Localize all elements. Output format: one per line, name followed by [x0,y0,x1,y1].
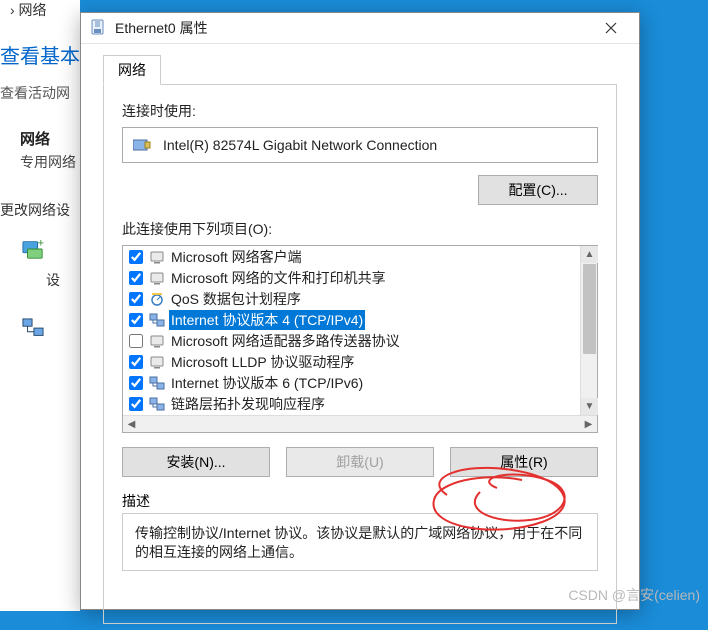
scroll-thumb[interactable] [583,264,596,354]
bg-heading: 网络 [20,128,50,149]
item-checkbox[interactable] [129,397,143,411]
description-label: 描述 [122,491,598,511]
close-icon [605,22,617,34]
horizontal-scrollbar[interactable]: ◀ ▶ [123,415,597,432]
properties-button[interactable]: 属性(R) [450,447,598,477]
bg-network-icon [22,318,44,336]
svg-text:+: + [38,238,44,249]
breadcrumb: › 网络 [10,0,47,20]
list-item[interactable]: Microsoft 网络客户端 [123,246,597,267]
list-item[interactable]: Internet 协议版本 4 (TCP/IPv4) [123,309,597,330]
close-button[interactable] [591,13,631,43]
bg-link-viewbasic[interactable]: 查看基本 [0,40,80,69]
client-icon [149,270,165,286]
adapter-field: Intel(R) 82574L Gigabit Network Connecti… [122,127,598,163]
item-checkbox[interactable] [129,313,143,327]
item-checkbox[interactable] [129,271,143,285]
item-label: Microsoft 网络客户端 [169,247,304,267]
item-checkbox[interactable] [129,250,143,264]
item-label: Internet 协议版本 4 (TCP/IPv4) [169,310,365,330]
scroll-left-button[interactable]: ◀ [123,419,140,430]
item-label: 链路层拓扑发现响应程序 [169,394,327,414]
proto-icon [149,396,165,412]
bg-link-change[interactable]: 更改网络设 [0,200,70,220]
list-item[interactable]: QoS 数据包计划程序 [123,288,597,309]
list-item[interactable]: Microsoft 网络的文件和打印机共享 [123,267,597,288]
items-label: 此连接使用下列项目(O): [122,219,598,239]
item-checkbox[interactable] [129,355,143,369]
bg-subtext: 专用网络 [20,152,76,172]
item-label: Microsoft 网络的文件和打印机共享 [169,268,388,288]
proto-icon [149,375,165,391]
item-label: Internet 协议版本 6 (TCP/IPv6) [169,373,365,393]
bg-link-activenet[interactable]: 查看活动网 [0,83,70,103]
tab-network[interactable]: 网络 [103,55,161,85]
client-icon [149,354,165,370]
adapter-icon [89,19,107,37]
list-item[interactable]: Microsoft LLDP 协议驱动程序 [123,351,597,372]
scroll-right-button[interactable]: ▶ [580,419,597,430]
description-text: 传输控制协议/Internet 协议。该协议是默认的广域网络协议，用于在不同的相… [122,513,598,571]
item-checkbox[interactable] [129,376,143,390]
item-checkbox[interactable] [129,292,143,306]
install-button[interactable]: 安装(N)... [122,447,270,477]
items-listbox[interactable]: Microsoft 网络客户端Microsoft 网络的文件和打印机共享QoS … [122,245,598,433]
proto-icon [149,312,165,328]
list-item[interactable]: 链路层拓扑发现响应程序 [123,393,597,414]
list-item[interactable]: Internet 协议版本 6 (TCP/IPv6) [123,372,597,393]
bg-adapter-label: 设 [46,270,60,290]
configure-button[interactable]: 配置(C)... [478,175,598,205]
adapter-name: Intel(R) 82574L Gigabit Network Connecti… [163,137,437,153]
scroll-down-button[interactable]: ▼ [581,398,598,415]
uninstall-button: 卸载(U) [286,447,434,477]
ethernet-properties-dialog: Ethernet0 属性 网络 连接时使用: Intel(R) 82574L G… [80,12,640,610]
nic-icon [133,137,151,153]
client-icon [149,249,165,265]
item-label: QoS 数据包计划程序 [169,289,303,309]
connect-label: 连接时使用: [122,101,598,121]
dialog-title: Ethernet0 属性 [115,18,591,38]
item-label: Microsoft LLDP 协议驱动程序 [169,352,356,372]
list-item[interactable]: Microsoft 网络适配器多路传送器协议 [123,330,597,351]
tab-panel: 连接时使用: Intel(R) 82574L Gigabit Network C… [103,84,617,624]
titlebar: Ethernet0 属性 [81,13,639,44]
item-checkbox[interactable] [129,334,143,348]
bg-adapter-icon: + [22,238,44,260]
client-icon [149,333,165,349]
vertical-scrollbar[interactable]: ▲ ▼ [580,246,597,415]
qos-icon [149,291,165,307]
item-label: Microsoft 网络适配器多路传送器协议 [169,331,402,351]
background-window: › 网络 查看基本 查看活动网 网络 专用网络 更改网络设 + 设 [0,0,80,611]
scroll-up-button[interactable]: ▲ [581,246,598,263]
